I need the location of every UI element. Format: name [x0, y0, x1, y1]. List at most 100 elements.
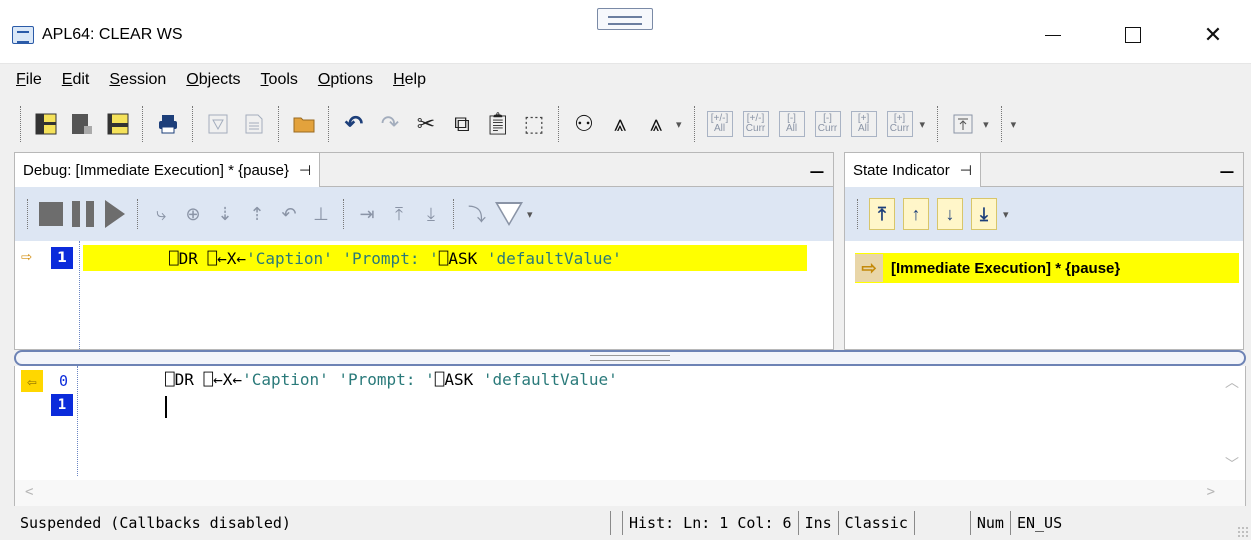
- print-button[interactable]: [152, 108, 184, 140]
- scroll-right-icon[interactable]: >: [1207, 484, 1215, 500]
- toolbar-grip[interactable]: [1000, 106, 1003, 142]
- toolbar-overflow-icon[interactable]: ▾: [920, 118, 926, 131]
- step-line-icon: ⤷: [155, 203, 167, 224]
- debug-current-line[interactable]: ⇨ 1 ⎕DR ⎕←X← 'Caption' 'Prompt: ' ⎕ASK 'de…: [15, 245, 835, 271]
- cut-button[interactable]: ✂: [410, 108, 442, 140]
- redo-button[interactable]: ↷: [374, 108, 406, 140]
- toolbar-grip[interactable]: [27, 199, 29, 229]
- resize-grip-icon[interactable]: [1237, 526, 1249, 538]
- stop-button[interactable]: [37, 197, 65, 231]
- horizontal-scrollbar[interactable]: < >: [15, 480, 1245, 506]
- toolbar-overflow-icon[interactable]: ▾: [527, 208, 533, 221]
- code-token: ⎕DR ⎕←X←: [165, 370, 243, 389]
- jump-line-button[interactable]: ⇥: [353, 197, 381, 231]
- menu-help[interactable]: Help: [393, 71, 426, 89]
- toolbar-grip[interactable]: [693, 106, 696, 142]
- layout-right-button[interactable]: [102, 108, 134, 140]
- close-icon: ✕: [1203, 22, 1223, 47]
- step-line-button[interactable]: ⤷: [147, 197, 175, 231]
- session-pane[interactable]: ⇦ 0 1 ⎕DR ⎕←X←'Caption' 'Prompt: '⎕ASK '…: [14, 366, 1246, 506]
- pin-icon[interactable]: ⊣: [299, 162, 311, 179]
- find-icon: ⚇: [574, 111, 594, 136]
- menu-objects[interactable]: Objects: [186, 71, 240, 89]
- toolbar-overflow-icon[interactable]: ▾: [983, 118, 989, 131]
- state-indicator-entry[interactable]: ⇨ [Immediate Execution] * {pause}: [855, 253, 1239, 283]
- menu-edit[interactable]: Edit: [62, 71, 90, 89]
- jump-end-icon: ⤵: [468, 205, 486, 225]
- pane-splitter[interactable]: [14, 350, 1246, 366]
- undo-button[interactable]: ↶: [338, 108, 370, 140]
- scroll-down-icon[interactable]: ﹀: [1225, 454, 1239, 474]
- collapse-current-button[interactable]: [-] Curr: [812, 108, 844, 140]
- menu-session[interactable]: Session: [109, 71, 166, 89]
- run-button[interactable]: [101, 197, 129, 231]
- fold-current-button[interactable]: [+/-] Curr: [740, 108, 772, 140]
- session-line[interactable]: ⎕DR ⎕←X←'Caption' 'Prompt: '⎕ASK 'defaul…: [165, 370, 618, 389]
- jump-bottom-button[interactable]: ⤓: [417, 197, 445, 231]
- layout-left-button[interactable]: [30, 108, 62, 140]
- step-out-button[interactable]: ⇡: [243, 197, 271, 231]
- paste-button[interactable]: 📋︎: [482, 108, 514, 140]
- find-button[interactable]: ⚇: [568, 108, 600, 140]
- find-previous-button[interactable]: ⩓: [604, 108, 636, 140]
- code-token: ⎕ASK: [434, 370, 483, 389]
- minimize-button[interactable]: [1030, 18, 1076, 52]
- toolbar-separator: [278, 106, 280, 142]
- debug-code-text[interactable]: ⎕DR ⎕←X← 'Caption' 'Prompt: ' ⎕ASK 'defaul…: [83, 245, 807, 271]
- tab-debug[interactable]: Debug: [Immediate Execution] * {pause} ⊣: [15, 153, 321, 187]
- stack-top-button[interactable]: ⤒: [869, 198, 895, 230]
- step-back-button[interactable]: ↶: [275, 197, 303, 231]
- stack-bottom-button[interactable]: ⤓: [971, 198, 997, 230]
- new-document-button[interactable]: [238, 108, 270, 140]
- pin-icon[interactable]: ⊣: [960, 162, 972, 179]
- toolbar-grip[interactable]: [937, 106, 939, 142]
- fold-all-button[interactable]: [+/-] All: [704, 108, 736, 140]
- pane-menu-icon[interactable]: ⚊: [1219, 157, 1235, 178]
- maximize-button[interactable]: [1110, 18, 1156, 52]
- step-into-button[interactable]: ⇣: [211, 197, 239, 231]
- breakpoint-button[interactable]: [495, 197, 523, 231]
- jump-top-button[interactable]: ⤒: [385, 197, 413, 231]
- step-over-icon: ⊕: [185, 203, 201, 224]
- toolbar-separator: [328, 106, 330, 142]
- step-over-button[interactable]: ⊕: [179, 197, 207, 231]
- menu-file[interactable]: File: [16, 71, 42, 89]
- close-button[interactable]: ✕: [1190, 18, 1236, 52]
- session-current-line-badge: 1: [51, 394, 73, 416]
- jump-end-button[interactable]: ⤵: [463, 197, 491, 231]
- toolbar-grip[interactable]: [857, 199, 859, 229]
- top-button[interactable]: [947, 108, 979, 140]
- new-function-button[interactable]: [202, 108, 234, 140]
- layout-bottom-button[interactable]: [66, 108, 98, 140]
- toolbar-grip[interactable]: [20, 106, 22, 142]
- fold-current-icon: [+/-] Curr: [742, 111, 769, 137]
- collapse-all-button[interactable]: [-] All: [776, 108, 808, 140]
- collapse-all-icon: [-] All: [778, 111, 805, 137]
- toolbar-separator: [343, 199, 345, 229]
- stack-up-icon: ↑: [911, 203, 921, 224]
- step-end-button[interactable]: ⊥: [307, 197, 335, 231]
- stack-up-button[interactable]: ↑: [903, 198, 929, 230]
- toolbar-overflow-icon[interactable]: ▾: [1003, 208, 1009, 221]
- tab-state-indicator[interactable]: State Indicator ⊣: [845, 153, 981, 187]
- toolbar-overflow-icon[interactable]: ▾: [676, 118, 682, 131]
- stack-down-icon: ↓: [945, 203, 955, 224]
- copy-button[interactable]: ⧉: [446, 108, 478, 140]
- toolbar-separator: [453, 199, 455, 229]
- stack-down-button[interactable]: ↓: [937, 198, 963, 230]
- find-next-button[interactable]: ⩓: [640, 108, 672, 140]
- scroll-left-icon[interactable]: <: [25, 484, 33, 500]
- toolbar-overflow-icon[interactable]: ▾: [1011, 118, 1017, 131]
- new-function-icon: [208, 114, 228, 134]
- pane-menu-icon[interactable]: ⚊: [809, 157, 825, 178]
- pause-button[interactable]: [69, 197, 97, 231]
- open-folder-button[interactable]: [288, 108, 320, 140]
- expand-all-button[interactable]: [+] All: [848, 108, 880, 140]
- status-bar: Suspended (Callbacks disabled) Hist: Ln:…: [0, 506, 1251, 540]
- scroll-up-icon[interactable]: ︿: [1225, 372, 1239, 392]
- menu-tools[interactable]: Tools: [261, 71, 298, 89]
- menu-options[interactable]: Options: [318, 71, 373, 89]
- select-button[interactable]: ⬚: [518, 108, 550, 140]
- expand-current-button[interactable]: [+] Curr: [884, 108, 916, 140]
- drag-handle-icon[interactable]: [597, 8, 653, 30]
